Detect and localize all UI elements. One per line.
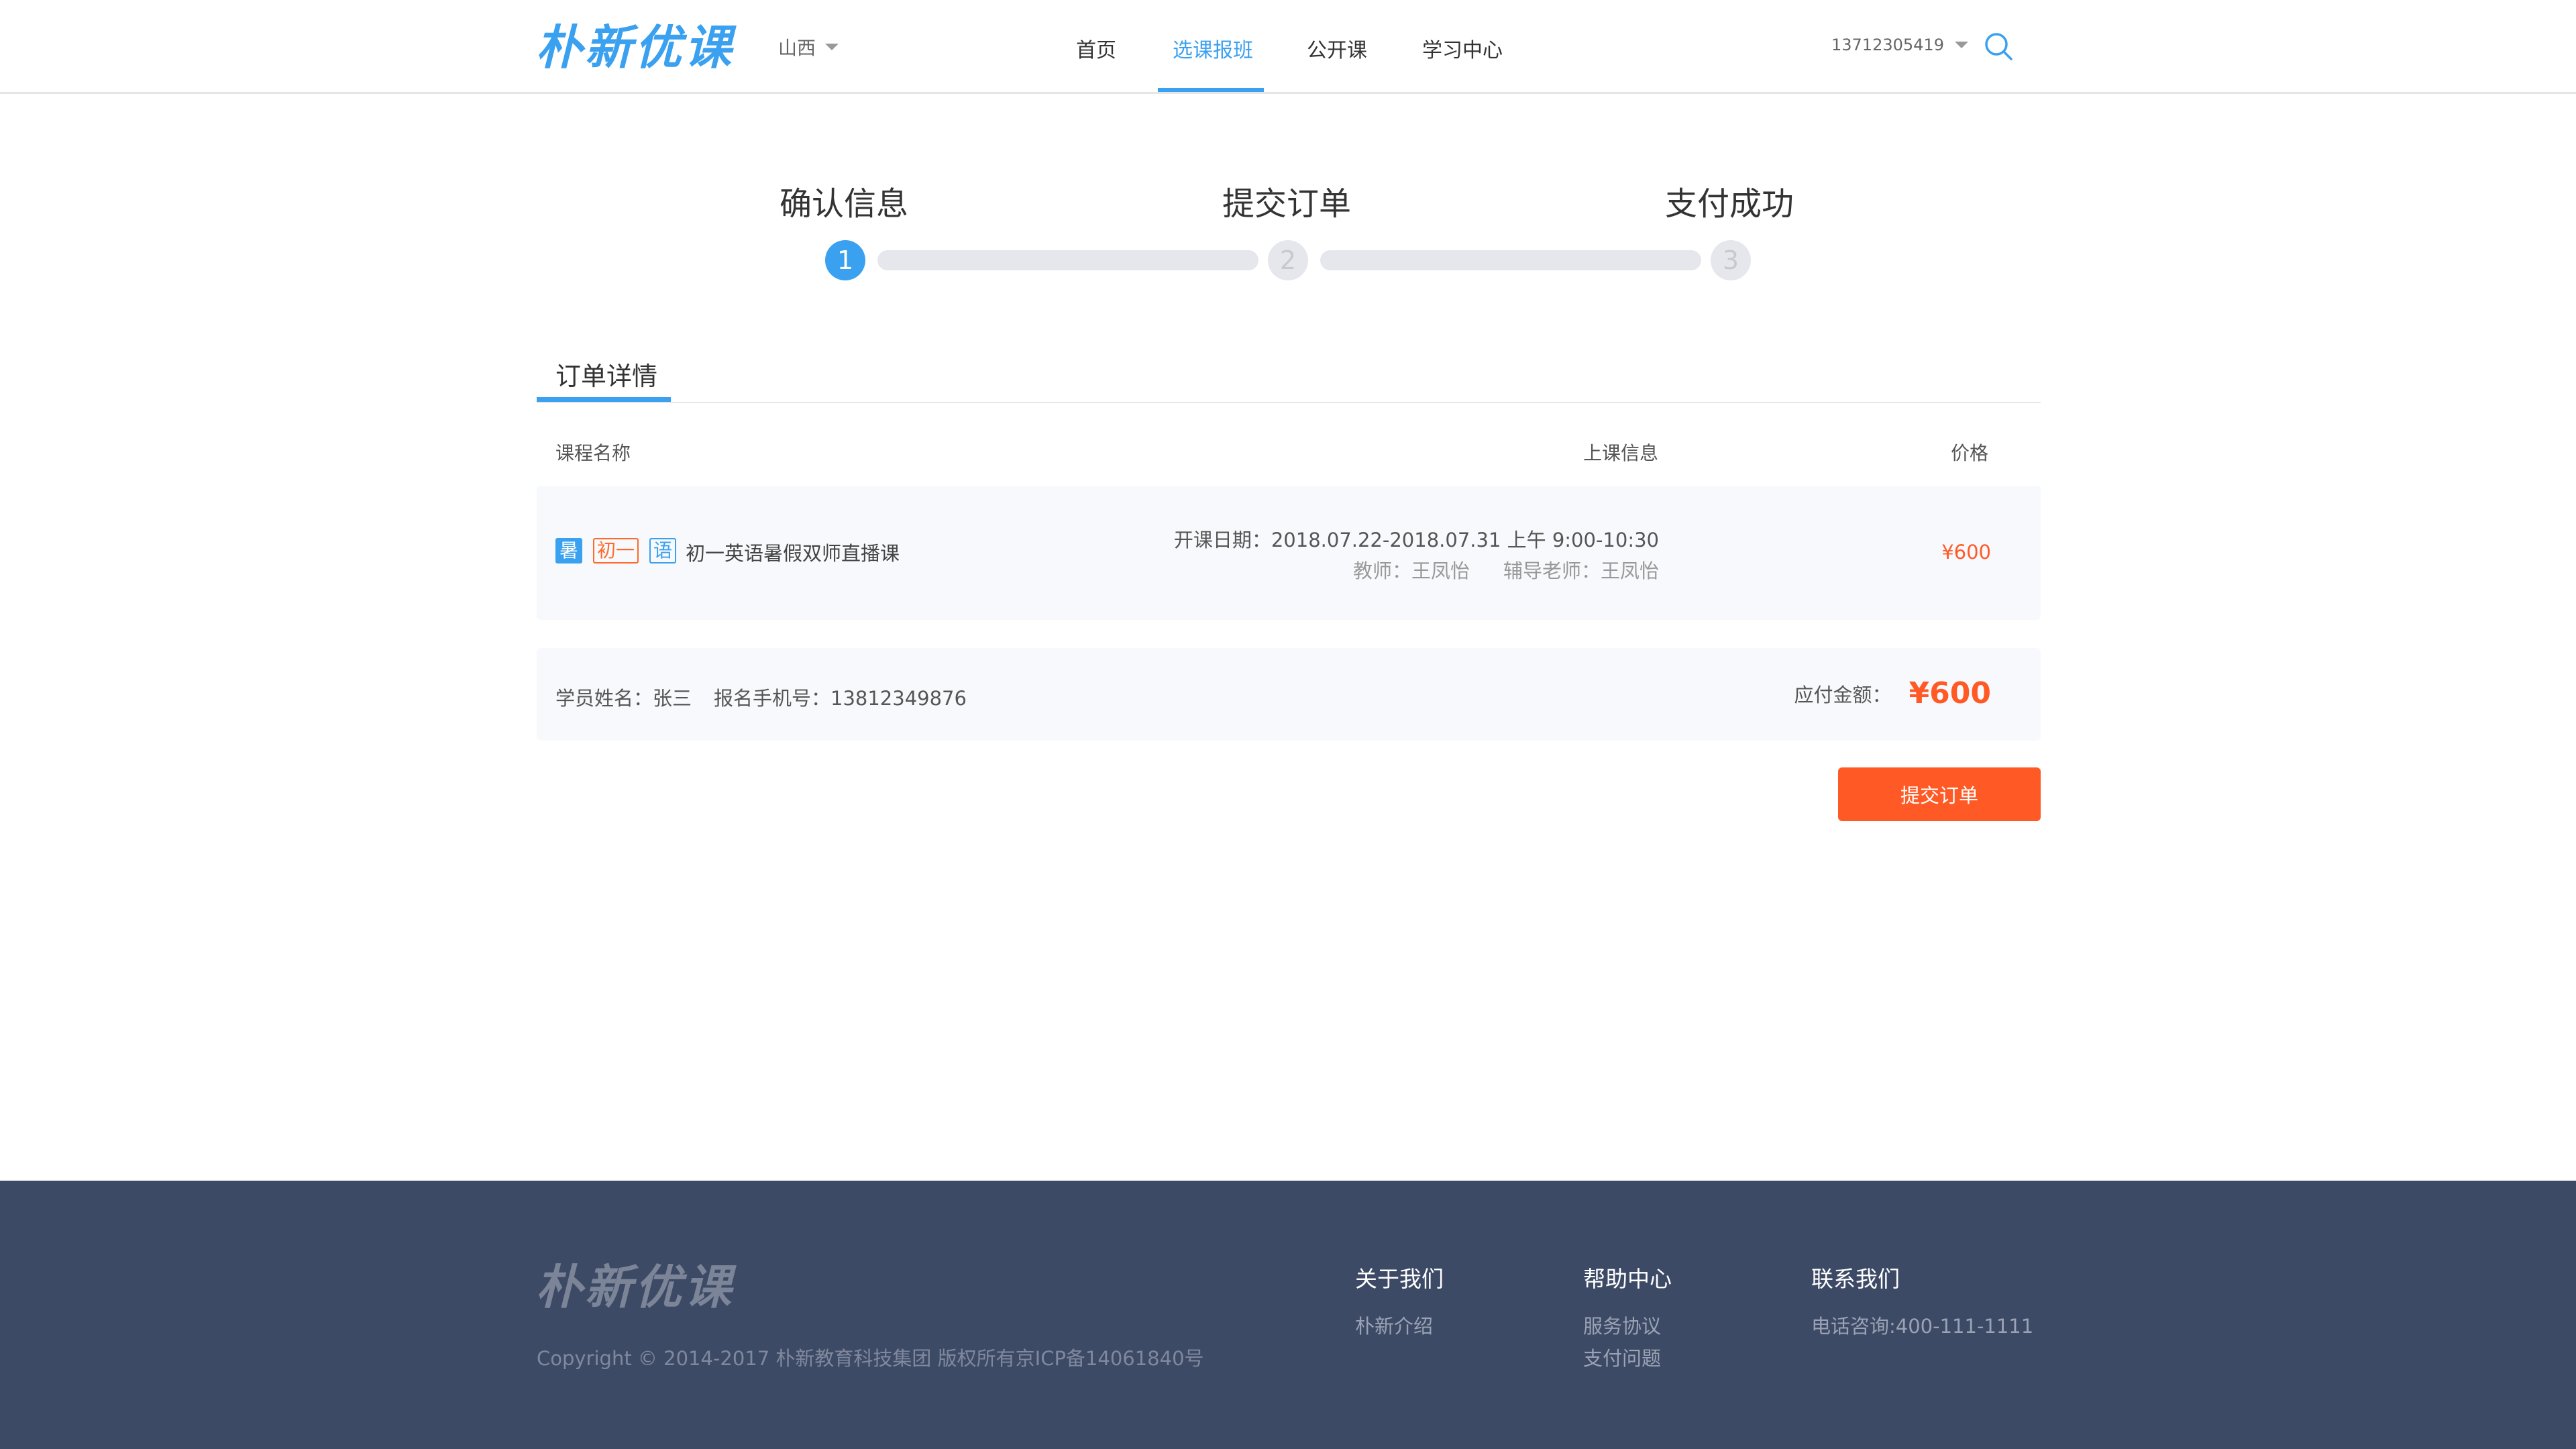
divider bbox=[537, 402, 2041, 403]
chevron-down-icon bbox=[825, 44, 839, 50]
top-header: 朴新优课 山西 首页 选课报班 公开课 学习中心 13712305419 bbox=[0, 0, 2576, 94]
footer-help-title: 帮助中心 bbox=[1583, 1266, 1672, 1292]
course-schedule: 开课日期：2018.07.22-2018.07.31 上午 9:00-10:30 bbox=[1173, 529, 1659, 551]
footer-contact-title: 联系我们 bbox=[1811, 1266, 1900, 1292]
column-class-info: 上课信息 bbox=[1583, 442, 1659, 464]
logo-text: 朴新优课 bbox=[535, 20, 734, 75]
step-progress-bar-2 bbox=[1320, 250, 1701, 270]
footer-link-service-agreement[interactable]: 服务协议 bbox=[1583, 1311, 1661, 1339]
step-label-submit: 提交订单 bbox=[1222, 185, 1352, 223]
footer-about-title: 关于我们 bbox=[1355, 1266, 1444, 1292]
region-label: 山西 bbox=[778, 37, 816, 59]
step-label-success: 支付成功 bbox=[1665, 185, 1794, 223]
step-2-indicator: 2 bbox=[1268, 240, 1308, 280]
assistant-name: 辅导老师：王凤怡 bbox=[1503, 559, 1659, 582]
region-selector[interactable]: 山西 bbox=[778, 34, 839, 60]
nav-home[interactable]: 首页 bbox=[1076, 34, 1116, 63]
course-teachers: 教师：王凤怡 辅导老师：王凤怡 bbox=[1353, 555, 1659, 584]
submit-order-label: 提交订单 bbox=[1900, 784, 1978, 807]
chevron-down-icon bbox=[1954, 42, 1968, 48]
nav-learning-center[interactable]: 学习中心 bbox=[1422, 34, 1503, 63]
step-3-indicator: 3 bbox=[1711, 240, 1751, 280]
submit-order-button[interactable]: 提交订单 bbox=[1838, 767, 2041, 821]
account-phone: 13712305419 bbox=[1831, 36, 1944, 54]
logo[interactable]: 朴新优课 bbox=[535, 24, 734, 71]
nav-active-indicator bbox=[1158, 88, 1264, 92]
teacher-name: 教师：王凤怡 bbox=[1352, 559, 1470, 582]
payable-label: 应付金额： bbox=[1794, 683, 1892, 706]
account-menu[interactable]: 13712305419 bbox=[1831, 36, 1968, 54]
footer-link-payment-issues[interactable]: 支付问题 bbox=[1583, 1343, 1661, 1371]
footer: 朴新优课 Copyright © 2014-2017 朴新教育科技集团 版权所有… bbox=[0, 1181, 2576, 1449]
footer-logo: 朴新优课 bbox=[535, 1260, 734, 1315]
tag-summer: 暑 bbox=[555, 538, 583, 564]
tab-active-indicator bbox=[537, 397, 671, 402]
student-name: 学员姓名：张三 bbox=[555, 687, 692, 710]
course-tags: 暑 初一 语 bbox=[555, 538, 677, 564]
payable-value: ¥600 bbox=[1909, 676, 1991, 710]
column-course-name: 课程名称 bbox=[555, 442, 631, 464]
column-price: 价格 bbox=[1951, 442, 1989, 464]
payable-amount: 应付金额： ¥600 bbox=[1794, 676, 1991, 710]
footer-link-intro[interactable]: 朴新介绍 bbox=[1355, 1311, 1433, 1339]
signup-phone: 报名手机号：13812349876 bbox=[714, 687, 967, 710]
step-label-confirm: 确认信息 bbox=[780, 185, 909, 223]
nav-select-course[interactable]: 选课报班 bbox=[1173, 34, 1253, 63]
copyright: Copyright © 2014-2017 朴新教育科技集团 版权所有京ICP备… bbox=[537, 1347, 1204, 1370]
step-progress-bar-1 bbox=[877, 250, 1258, 270]
step-1-indicator: 1 bbox=[825, 240, 865, 280]
footer-contact-phone[interactable]: 电话咨询:400-111-1111 bbox=[1811, 1311, 2033, 1339]
course-price: ¥600 bbox=[1941, 541, 1991, 564]
search-icon[interactable] bbox=[1983, 31, 2014, 62]
tag-subject: 语 bbox=[649, 538, 677, 564]
tab-order-details[interactable]: 订单详情 bbox=[555, 356, 657, 392]
nav-open-class[interactable]: 公开课 bbox=[1307, 34, 1367, 63]
tag-grade: 初一 bbox=[593, 538, 639, 564]
course-name[interactable]: 初一英语暑假双师直播课 bbox=[686, 538, 900, 566]
